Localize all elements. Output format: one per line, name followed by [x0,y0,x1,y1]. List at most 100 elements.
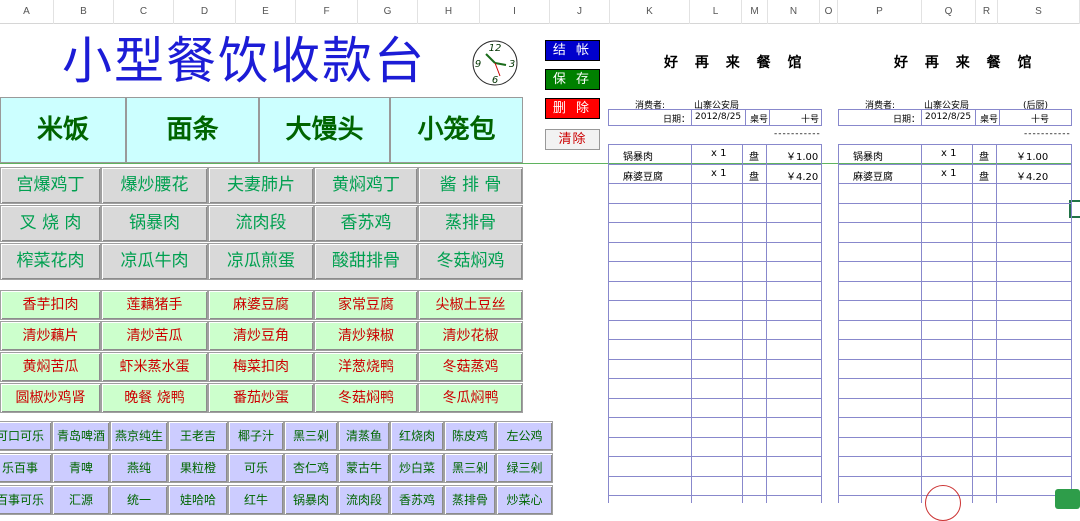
dish-button[interactable]: 叉 烧 肉 [0,205,101,242]
drink-button[interactable]: 红牛 [228,485,284,515]
dish-button[interactable]: 黄焖鸡丁 [314,167,418,204]
drink-button[interactable]: 可乐 [228,453,284,483]
grid-line [838,202,1072,204]
dish-button[interactable]: 清炒苦瓜 [101,321,208,351]
grid-line [608,183,822,184]
dish-button[interactable]: 宫爆鸡丁 [0,167,101,204]
dish-button[interactable]: 凉瓜煎蛋 [208,243,314,280]
dish-button[interactable]: 冬菇焖鸡 [418,243,523,280]
dish-button[interactable]: 香苏鸡 [314,205,418,242]
dish-button[interactable]: 夫妻肺片 [208,167,314,204]
item-name: 麻婆豆腐 [853,171,893,183]
drink-button[interactable]: 可口可乐 [0,421,52,451]
grid-line [608,241,822,243]
drink-button[interactable]: 锅暴肉 [284,485,338,515]
drink-button[interactable]: 杏仁鸡 [284,453,338,483]
dish-button[interactable]: 洋葱烧鸭 [314,352,418,382]
dish-button[interactable]: 榨菜花肉 [0,243,101,280]
drink-button[interactable]: 燕京纯生 [110,421,168,451]
drink-button[interactable]: 炒白菜 [390,453,444,483]
drink-button[interactable]: 清蒸鱼 [338,421,390,451]
grid-line [838,183,1072,184]
dish-button[interactable]: 冬菇蒸鸡 [418,352,523,382]
dish-button[interactable]: 冬菇焖鸭 [314,383,418,413]
column-header-k: K [610,0,690,24]
dish-button[interactable]: 凉瓜牛肉 [101,243,208,280]
dish-button[interactable]: 爆炒腰花 [101,167,208,204]
drink-button[interactable]: 绿三剁 [496,453,553,483]
drink-button[interactable]: 王老吉 [168,421,228,451]
drink-button[interactable]: 黑三剁 [284,421,338,451]
item-price: ￥4.20 [1016,171,1049,183]
drink-button[interactable]: 椰子汁 [228,421,284,451]
drink-button[interactable]: 百事可乐 [0,485,52,515]
grid-line [975,109,976,126]
grid-line [838,241,1072,243]
column-header-r: R [976,0,998,24]
dish-button[interactable]: 锅暴肉 [101,205,208,242]
category-tab[interactable]: 面条 [126,97,259,163]
category-tab[interactable]: 小笼包 [390,97,523,163]
grid-line [608,261,822,262]
category-tab[interactable]: 大馒头 [259,97,390,163]
item-unit: 盘 [749,152,759,163]
dish-button[interactable]: 晚餐 烧鸭 [101,383,208,413]
dish-button[interactable]: 虾米蒸水蛋 [101,352,208,382]
drink-button[interactable]: 流肉段 [338,485,390,515]
dish-button[interactable]: 家常豆腐 [314,290,418,320]
drink-button[interactable]: 陈皮鸡 [444,421,496,451]
dish-button[interactable]: 圆椒炒鸡肾 [0,383,101,413]
drink-button[interactable]: 果粒橙 [168,453,228,483]
dish-button[interactable]: 酱 排 骨 [418,167,523,204]
settle-button[interactable]: 结 帐 [545,40,600,61]
receipt-title: 好 再 来 餐 馆 [664,55,808,71]
dish-button[interactable]: 清炒花椒 [418,321,523,351]
date-label: 日期： [663,115,691,125]
dish-button[interactable]: 香芋扣肉 [0,290,101,320]
separator-dashes: ----------- [1024,129,1071,139]
category-tab[interactable]: 米饭 [0,97,126,163]
drink-button[interactable]: 红烧肉 [390,421,444,451]
drink-button[interactable]: 蒸排骨 [444,485,496,515]
drink-button[interactable]: 青岛啤酒 [52,421,110,451]
drink-button[interactable]: 炒菜心 [496,485,553,515]
dish-button[interactable]: 清炒辣椒 [314,321,418,351]
table-number: 十号 [801,115,820,125]
delete-button[interactable]: 删 除 [545,98,600,119]
app-title: 小型餐饮收款台 [62,32,426,90]
drink-button[interactable]: 蒙古牛 [338,453,390,483]
column-header-bar: ABCDEFGHIJKLMNOPQRS [0,0,1080,24]
clock-number-6: 6 [492,75,498,86]
dish-button[interactable]: 莲藕猪手 [101,290,208,320]
date-value: 2012/8/25 [695,112,742,122]
dish-button[interactable]: 清炒藕片 [0,321,101,351]
dish-button[interactable]: 冬瓜焖鸭 [418,383,523,413]
items-grid [838,144,1072,503]
item-unit: 盘 [979,152,989,163]
drink-button[interactable]: 统一 [110,485,168,515]
dish-button[interactable]: 清炒豆角 [208,321,314,351]
dish-button[interactable]: 蒸排骨 [418,205,523,242]
drink-button[interactable]: 香苏鸡 [390,485,444,515]
drink-button[interactable]: 娃哈哈 [168,485,228,515]
dish-button[interactable]: 尖椒土豆丝 [418,290,523,320]
drink-button[interactable]: 汇源 [52,485,110,515]
item-price: ￥1.00 [786,152,819,163]
clock-icon: 12 3 6 9 [472,40,518,86]
grid-line [691,144,692,503]
column-header-i: I [480,0,550,24]
dish-button[interactable]: 黄焖苦瓜 [0,352,101,382]
drink-button[interactable]: 燕纯 [110,453,168,483]
drink-button[interactable]: 黑三剁 [444,453,496,483]
dish-button[interactable]: 流肉段 [208,205,314,242]
table-number: 十号 [1031,115,1050,125]
drink-button[interactable]: 青啤 [52,453,110,483]
dish-button[interactable]: 酸甜排骨 [314,243,418,280]
dish-button[interactable]: 梅菜扣肉 [208,352,314,382]
drink-button[interactable]: 乐百事 [0,453,52,483]
save-button[interactable]: 保 存 [545,69,600,90]
dish-button[interactable]: 番茄炒蛋 [208,383,314,413]
dish-button[interactable]: 麻婆豆腐 [208,290,314,320]
clear-button[interactable]: 清除 [545,129,600,150]
drink-button[interactable]: 左公鸡 [496,421,553,451]
